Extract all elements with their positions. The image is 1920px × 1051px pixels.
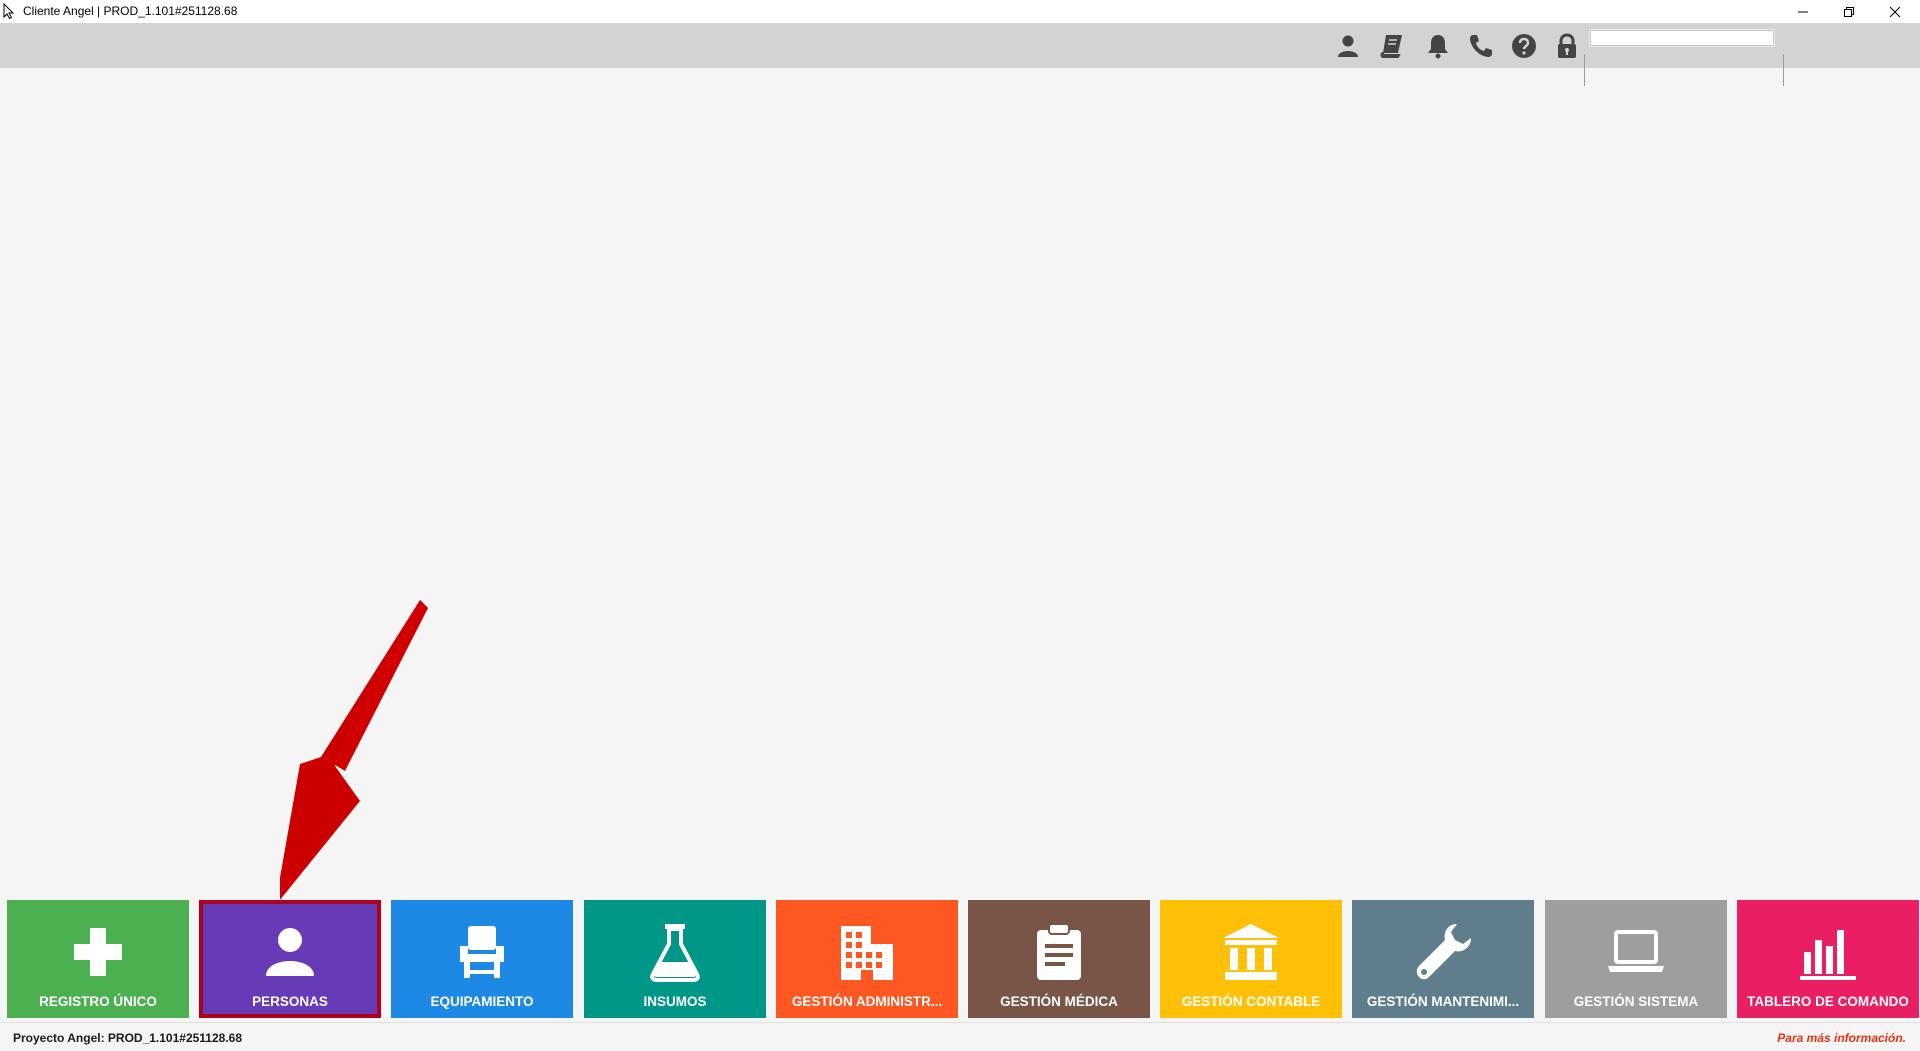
help-icon xyxy=(1512,34,1536,58)
building-icon xyxy=(835,920,899,984)
minimize-button[interactable] xyxy=(1780,0,1826,23)
phone-button[interactable] xyxy=(1466,31,1496,61)
tile-personas[interactable]: PERSONAS xyxy=(199,900,381,1018)
tile-equipamiento[interactable]: EQUIPAMIENTO xyxy=(391,900,573,1018)
restore-button[interactable] xyxy=(1826,0,1872,23)
title-bar: Cliente Angel | PROD_1.101#251128.68 xyxy=(0,0,1920,23)
lock-icon xyxy=(1558,33,1576,58)
help-button[interactable] xyxy=(1509,31,1539,61)
bank-icon xyxy=(1219,920,1283,984)
tile-label: GESTIÓN MANTENIMI... xyxy=(1366,994,1520,1009)
tile-label: EQUIPAMIENTO xyxy=(430,994,534,1009)
minimize-icon xyxy=(1798,11,1808,12)
tile-gestion-administrativa[interactable]: GESTIÓN ADMINISTR... xyxy=(776,900,958,1018)
tile-label: GESTIÓN CONTABLE xyxy=(1181,994,1321,1009)
toolbar-divider xyxy=(1783,54,1784,86)
module-tiles: REGISTRO ÚNICO PERSONAS EQUIPAMIENTO INSUMO… xyxy=(0,896,1920,1022)
phone-icon xyxy=(1470,35,1492,57)
tile-label: REGISTRO ÚNICO xyxy=(39,994,157,1009)
notifications-button[interactable] xyxy=(1423,31,1453,61)
user-icon xyxy=(1338,35,1358,57)
book-button[interactable] xyxy=(1377,31,1407,61)
window-title: Cliente Angel | PROD_1.101#251128.68 xyxy=(23,4,238,18)
tile-insumos[interactable]: INSUMOS xyxy=(584,900,766,1018)
search-input[interactable] xyxy=(1589,29,1775,47)
status-bar: Proyecto Angel: PROD_1.101#251128.68 Par… xyxy=(0,1022,1920,1051)
bar-chart-icon xyxy=(1796,920,1860,984)
toolbar-divider xyxy=(1584,54,1585,86)
project-version-label: Proyecto Angel: PROD_1.101#251128.68 xyxy=(13,1031,243,1045)
tile-label: GESTIÓN MÉDICA xyxy=(1000,994,1118,1009)
restore-icon xyxy=(1844,6,1854,17)
tile-label: PERSONAS xyxy=(252,994,328,1009)
tile-registro-unico[interactable]: REGISTRO ÚNICO xyxy=(7,900,189,1018)
bell-icon xyxy=(1428,35,1448,59)
lock-button[interactable] xyxy=(1552,31,1582,61)
tile-gestion-medica[interactable]: GESTIÓN MÉDICA xyxy=(968,900,1150,1018)
close-button[interactable] xyxy=(1872,0,1918,23)
annotation-arrow xyxy=(280,600,428,900)
clipboard-icon xyxy=(1027,920,1091,984)
cursor-icon xyxy=(3,3,15,19)
tile-gestion-mantenimiento[interactable]: GESTIÓN MANTENIMI... xyxy=(1352,900,1534,1018)
tile-gestion-contable[interactable]: GESTIÓN CONTABLE xyxy=(1160,900,1342,1018)
book-icon xyxy=(1380,35,1402,58)
tile-gestion-sistema[interactable]: GESTIÓN SISTEMA xyxy=(1545,900,1727,1018)
wrench-icon xyxy=(1411,920,1475,984)
tile-label: INSUMOS xyxy=(643,994,707,1009)
close-icon xyxy=(1889,6,1901,17)
tile-label: GESTIÓN SISTEMA xyxy=(1573,994,1699,1009)
flask-icon xyxy=(643,920,707,984)
chair-icon xyxy=(450,920,514,984)
tile-label: GESTIÓN ADMINISTR... xyxy=(791,994,943,1009)
more-info-link[interactable]: Para más información. xyxy=(1777,1031,1906,1045)
person-icon xyxy=(258,920,322,984)
plus-icon xyxy=(66,920,130,984)
tile-tablero-de-comando[interactable]: TABLERO DE COMANDO xyxy=(1737,900,1919,1018)
laptop-icon xyxy=(1604,920,1668,984)
user-button[interactable] xyxy=(1333,31,1363,61)
tile-label: TABLERO DE COMANDO xyxy=(1747,994,1909,1009)
